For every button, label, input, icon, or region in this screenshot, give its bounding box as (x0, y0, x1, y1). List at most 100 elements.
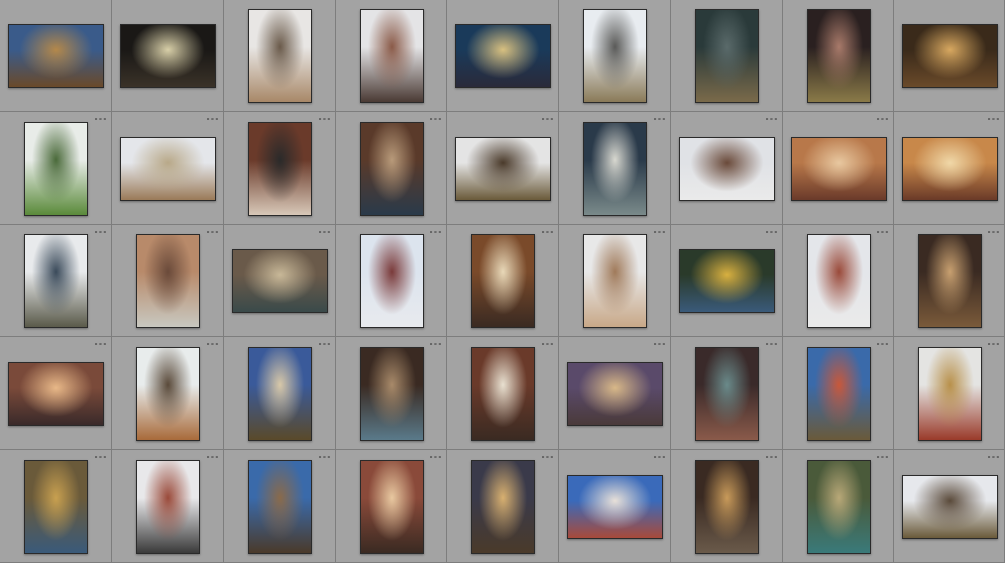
photo-thumbnail[interactable] (679, 137, 775, 201)
thumbnail-cell[interactable]: ∘∘∘ (671, 450, 783, 563)
cell-badge-icon[interactable]: ∘∘∘ (206, 454, 219, 461)
photo-thumbnail[interactable] (807, 347, 871, 441)
photo-thumbnail[interactable] (567, 475, 663, 539)
photo-thumbnail[interactable] (24, 460, 88, 554)
photo-thumbnail[interactable] (120, 24, 216, 88)
thumbnail-cell[interactable] (894, 0, 1005, 112)
cell-badge-icon[interactable]: ∘∘∘ (206, 341, 219, 348)
thumbnail-cell[interactable]: ∘∘∘ (112, 112, 224, 225)
thumbnail-cell[interactable]: ∘∘∘ (894, 337, 1005, 450)
cell-badge-icon[interactable]: ∘∘∘ (94, 454, 107, 461)
photo-thumbnail[interactable] (360, 347, 424, 441)
cell-badge-icon[interactable]: ∘∘∘ (987, 454, 1000, 461)
thumbnail-cell[interactable]: ∘∘∘ (112, 225, 224, 337)
photo-thumbnail[interactable] (471, 460, 535, 554)
thumbnail-cell[interactable]: ∘∘∘ (336, 112, 447, 225)
cell-badge-icon[interactable]: ∘∘∘ (653, 116, 666, 123)
cell-badge-icon[interactable]: ∘∘∘ (94, 116, 107, 123)
cell-badge-icon[interactable]: ∘∘∘ (541, 116, 554, 123)
thumbnail-cell[interactable] (336, 0, 447, 112)
photo-thumbnail[interactable] (583, 9, 647, 103)
thumbnail-cell[interactable]: ∘∘∘ (559, 225, 671, 337)
thumbnail-cell[interactable]: ∘∘∘ (671, 112, 783, 225)
photo-thumbnail[interactable] (918, 347, 982, 441)
thumbnail-cell[interactable]: ∘∘∘ (447, 112, 559, 225)
thumbnail-cell[interactable] (112, 0, 224, 112)
photo-thumbnail[interactable] (807, 9, 871, 103)
cell-badge-icon[interactable]: ∘∘∘ (765, 454, 778, 461)
cell-badge-icon[interactable]: ∘∘∘ (429, 341, 442, 348)
thumbnail-cell[interactable]: ∘∘∘ (559, 112, 671, 225)
photo-thumbnail[interactable] (902, 475, 998, 539)
cell-badge-icon[interactable]: ∘∘∘ (987, 229, 1000, 236)
thumbnail-cell[interactable] (447, 0, 559, 112)
photo-thumbnail[interactable] (248, 9, 312, 103)
thumbnail-cell[interactable]: ∘∘∘ (447, 225, 559, 337)
cell-badge-icon[interactable]: ∘∘∘ (318, 229, 331, 236)
thumbnail-cell[interactable] (671, 0, 783, 112)
photo-thumbnail[interactable] (679, 249, 775, 313)
thumbnail-cell[interactable]: ∘∘∘ (112, 337, 224, 450)
photo-thumbnail[interactable] (248, 460, 312, 554)
photo-thumbnail[interactable] (695, 9, 759, 103)
thumbnail-cell[interactable]: ∘∘∘ (783, 337, 894, 450)
photo-thumbnail[interactable] (918, 234, 982, 328)
thumbnail-cell[interactable]: ∘∘∘ (112, 450, 224, 563)
cell-badge-icon[interactable]: ∘∘∘ (206, 229, 219, 236)
thumbnail-cell[interactable] (559, 0, 671, 112)
thumbnail-cell[interactable] (0, 0, 112, 112)
thumbnail-cell[interactable]: ∘∘∘ (783, 450, 894, 563)
photo-thumbnail[interactable] (455, 137, 551, 201)
cell-badge-icon[interactable]: ∘∘∘ (765, 229, 778, 236)
thumbnail-cell[interactable]: ∘∘∘ (0, 225, 112, 337)
photo-thumbnail[interactable] (120, 137, 216, 201)
photo-thumbnail[interactable] (24, 122, 88, 216)
thumbnail-cell[interactable]: ∘∘∘ (447, 450, 559, 563)
cell-badge-icon[interactable]: ∘∘∘ (318, 341, 331, 348)
cell-badge-icon[interactable]: ∘∘∘ (318, 116, 331, 123)
thumbnail-cell[interactable]: ∘∘∘ (336, 337, 447, 450)
cell-badge-icon[interactable]: ∘∘∘ (541, 229, 554, 236)
photo-thumbnail[interactable] (567, 362, 663, 426)
thumbnail-cell[interactable]: ∘∘∘ (336, 225, 447, 337)
photo-thumbnail[interactable] (695, 460, 759, 554)
thumbnail-cell[interactable] (224, 0, 336, 112)
photo-thumbnail[interactable] (136, 234, 200, 328)
photo-thumbnail[interactable] (8, 362, 104, 426)
cell-badge-icon[interactable]: ∘∘∘ (653, 454, 666, 461)
photo-thumbnail[interactable] (807, 460, 871, 554)
cell-badge-icon[interactable]: ∘∘∘ (765, 116, 778, 123)
thumbnail-cell[interactable]: ∘∘∘ (783, 112, 894, 225)
cell-badge-icon[interactable]: ∘∘∘ (94, 229, 107, 236)
photo-thumbnail[interactable] (360, 9, 424, 103)
photo-thumbnail[interactable] (807, 234, 871, 328)
photo-thumbnail[interactable] (136, 460, 200, 554)
photo-thumbnail[interactable] (136, 347, 200, 441)
thumbnail-cell[interactable]: ∘∘∘ (224, 225, 336, 337)
cell-badge-icon[interactable]: ∘∘∘ (94, 341, 107, 348)
cell-badge-icon[interactable]: ∘∘∘ (541, 341, 554, 348)
cell-badge-icon[interactable]: ∘∘∘ (987, 341, 1000, 348)
cell-badge-icon[interactable]: ∘∘∘ (653, 229, 666, 236)
cell-badge-icon[interactable]: ∘∘∘ (876, 229, 889, 236)
photo-thumbnail[interactable] (471, 347, 535, 441)
photo-thumbnail[interactable] (902, 24, 998, 88)
cell-badge-icon[interactable]: ∘∘∘ (429, 116, 442, 123)
photo-thumbnail[interactable] (902, 137, 998, 201)
photo-thumbnail[interactable] (232, 249, 328, 313)
cell-badge-icon[interactable]: ∘∘∘ (765, 341, 778, 348)
thumbnail-cell[interactable]: ∘∘∘ (783, 225, 894, 337)
photo-thumbnail[interactable] (455, 24, 551, 88)
photo-thumbnail[interactable] (360, 234, 424, 328)
cell-badge-icon[interactable]: ∘∘∘ (318, 454, 331, 461)
cell-badge-icon[interactable]: ∘∘∘ (987, 116, 1000, 123)
photo-thumbnail[interactable] (248, 122, 312, 216)
photo-thumbnail[interactable] (360, 460, 424, 554)
cell-badge-icon[interactable]: ∘∘∘ (541, 454, 554, 461)
thumbnail-cell[interactable] (783, 0, 894, 112)
thumbnail-cell[interactable]: ∘∘∘ (224, 337, 336, 450)
cell-badge-icon[interactable]: ∘∘∘ (876, 454, 889, 461)
cell-badge-icon[interactable]: ∘∘∘ (429, 229, 442, 236)
photo-thumbnail[interactable] (24, 234, 88, 328)
thumbnail-cell[interactable]: ∘∘∘ (224, 112, 336, 225)
